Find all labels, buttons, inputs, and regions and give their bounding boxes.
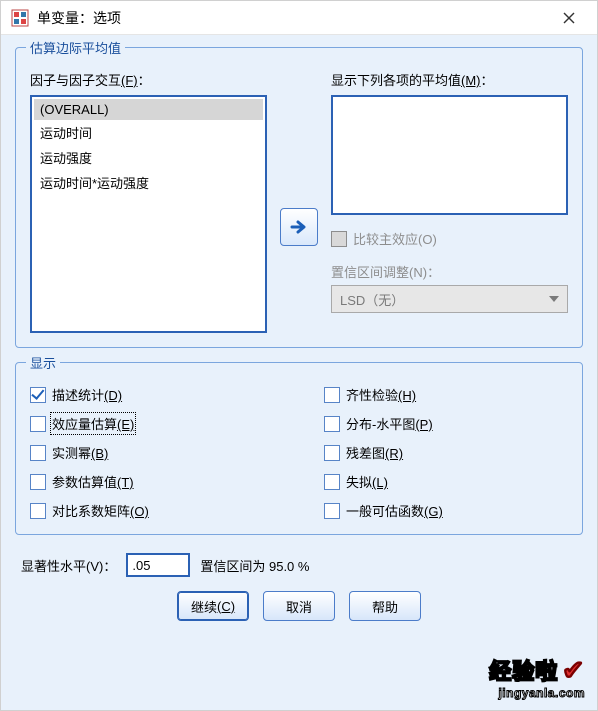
app-icon — [11, 9, 29, 27]
checkbox-t[interactable]: 参数估算值(T) — [30, 472, 274, 491]
significance-input[interactable] — [126, 553, 190, 577]
ci-adjust-combobox: LSD（无） — [331, 285, 568, 313]
checkbox-icon — [30, 416, 46, 432]
significance-label: 显著性水平(V)： — [21, 556, 116, 575]
checkbox-h[interactable]: 齐性检验(H) — [324, 385, 568, 404]
checkbox-icon — [324, 474, 340, 490]
factors-label: 因子与因子交互(F)： — [30, 70, 267, 89]
checkbox-r[interactable]: 残差图(R) — [324, 443, 568, 462]
means-label: 显示下列各项的平均值(M)： — [331, 70, 568, 89]
list-item[interactable]: 运动时间*运动强度 — [34, 170, 263, 195]
checkbox-icon — [331, 231, 347, 247]
checkbox-g[interactable]: 一般可估函数(G) — [324, 501, 568, 520]
cancel-button[interactable]: 取消 — [263, 591, 335, 621]
help-button[interactable]: 帮助 — [349, 591, 421, 621]
checkbox-d[interactable]: 描述统计(D) — [30, 385, 274, 404]
checkbox-o[interactable]: 对比系数矩阵(O) — [30, 501, 274, 520]
checkbox-l[interactable]: 失拟(L) — [324, 472, 568, 491]
continue-button[interactable]: 继续(C) — [177, 591, 249, 621]
button-row: 继续(C) 取消 帮助 — [15, 591, 583, 621]
checkbox-icon — [30, 474, 46, 490]
means-listbox[interactable] — [331, 95, 568, 215]
list-item[interactable]: (OVERALL) — [34, 99, 263, 120]
checkbox-icon — [30, 503, 46, 519]
checkbox-icon — [324, 445, 340, 461]
group-estimate-legend: 估算边际平均值 — [26, 38, 125, 57]
list-item[interactable]: 运动强度 — [34, 145, 263, 170]
watermark: 经验啦✔ jingyanla.com — [489, 654, 585, 700]
dialog-content: 估算边际平均值 因子与因子交互(F)： (OVERALL) 运动时间 运动强度 … — [1, 35, 597, 710]
significance-row: 显著性水平(V)： 置信区间为 95.0 % — [15, 553, 583, 577]
factors-listbox[interactable]: (OVERALL) 运动时间 运动强度 运动时间*运动强度 — [30, 95, 267, 333]
checkbox-icon — [324, 416, 340, 432]
ci-adjust-label: 置信区间调整(N)： — [331, 262, 568, 281]
group-estimate-marginal-means: 估算边际平均值 因子与因子交互(F)： (OVERALL) 运动时间 运动强度 … — [15, 47, 583, 348]
close-icon — [563, 12, 575, 24]
checkbox-p[interactable]: 分布-水平图(P) — [324, 414, 568, 433]
confidence-text: 置信区间为 95.0 % — [200, 556, 309, 575]
chevron-down-icon — [549, 296, 559, 302]
titlebar: 单变量：选项 — [1, 1, 597, 35]
group-display: 显示 描述统计(D)齐性检验(H)效应量估算(E)分布-水平图(P)实测幂(B)… — [15, 362, 583, 535]
window-title: 单变量：选项 — [37, 8, 549, 28]
arrow-right-icon — [289, 217, 309, 237]
close-button[interactable] — [549, 3, 589, 33]
checkbox-icon — [324, 387, 340, 403]
dialog-window: 单变量：选项 估算边际平均值 因子与因子交互(F)： (OVERALL) 运动时… — [0, 0, 598, 711]
checkbox-b[interactable]: 实测幂(B) — [30, 443, 274, 462]
list-item[interactable]: 运动时间 — [34, 120, 263, 145]
ci-adjust-value: LSD（无） — [340, 290, 404, 309]
checkbox-icon — [324, 503, 340, 519]
compare-main-effects-checkbox: 比较主效应(O) — [331, 229, 568, 248]
move-right-button[interactable] — [280, 208, 318, 246]
checkbox-icon — [30, 387, 46, 403]
checkbox-e[interactable]: 效应量估算(E) — [30, 414, 274, 433]
group-display-legend: 显示 — [26, 353, 60, 372]
checkbox-icon — [30, 445, 46, 461]
